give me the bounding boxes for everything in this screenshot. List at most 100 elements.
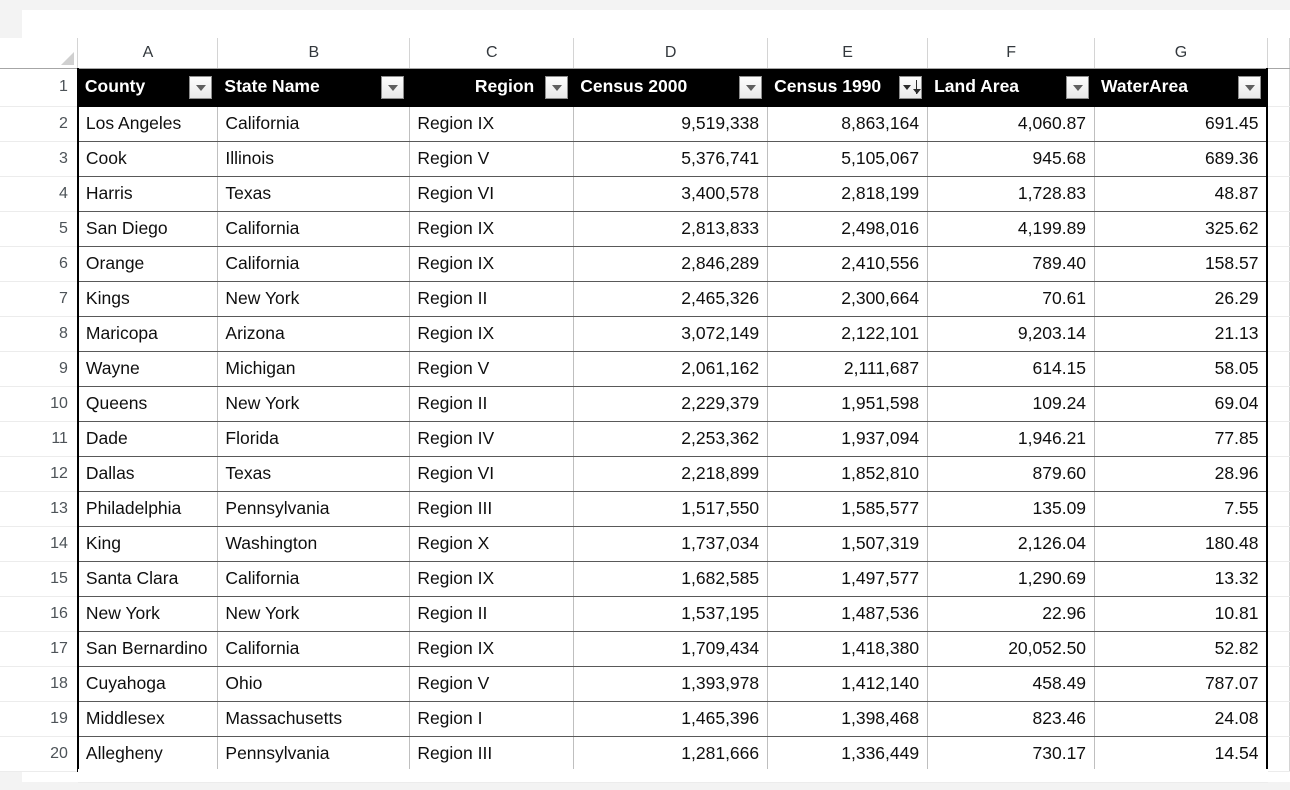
empty-cell-h20[interactable] [1267,736,1290,772]
empty-cell-h9[interactable] [1267,351,1290,387]
cell-state[interactable]: California [217,631,411,667]
cell-water[interactable]: 325.62 [1094,211,1269,247]
row-number-5[interactable]: 5 [0,211,79,247]
filter-dropdown-icon-water-area[interactable] [1238,75,1262,99]
row-number-18[interactable]: 18 [0,666,79,702]
cell-state[interactable]: California [217,246,411,282]
cell-state[interactable]: New York [217,386,411,422]
cell-state[interactable]: Pennsylvania [217,491,411,527]
column-header-c[interactable]: C [409,38,575,69]
cell-land[interactable]: 4,060.87 [927,106,1096,142]
row-number-14[interactable]: 14 [0,526,79,562]
column-header-g[interactable]: G [1094,38,1268,69]
cell-region[interactable]: Region II [409,386,575,422]
row-number-8[interactable]: 8 [0,316,79,352]
row-number-2[interactable]: 2 [0,106,79,142]
cell-county[interactable]: Middlesex [76,701,219,737]
cell-state[interactable]: Pennsylvania [217,736,411,772]
cell-water[interactable]: 691.45 [1094,106,1269,142]
empty-cell-h12[interactable] [1267,456,1290,492]
cell-census2000[interactable]: 2,218,899 [573,456,769,492]
cell-water[interactable]: 13.32 [1094,561,1269,597]
cell-region[interactable]: Region VI [409,456,575,492]
cell-county[interactable]: Los Angeles [76,106,219,142]
cell-land[interactable]: 1,290.69 [927,561,1096,597]
empty-cell-h8[interactable] [1267,316,1290,352]
cell-region[interactable]: Region II [409,596,575,632]
empty-cell-h5[interactable] [1267,211,1290,247]
cell-census1990[interactable]: 1,852,810 [767,456,929,492]
cell-region[interactable]: Region IX [409,561,575,597]
cell-water[interactable]: 48.87 [1094,176,1269,212]
cell-water[interactable]: 7.55 [1094,491,1269,527]
column-header-d[interactable]: D [573,38,769,69]
cell-water[interactable]: 689.36 [1094,141,1269,177]
cell-census2000[interactable]: 1,393,978 [573,666,769,702]
cell-land[interactable]: 730.17 [927,736,1096,772]
cell-county[interactable]: Cuyahoga [76,666,219,702]
select-all-corner[interactable] [0,38,79,69]
empty-cell-h2[interactable] [1267,106,1290,142]
cell-land[interactable]: 789.40 [927,246,1096,282]
filter-dropdown-icon-state-name[interactable] [381,75,405,99]
cell-land[interactable]: 70.61 [927,281,1096,317]
cell-land[interactable]: 879.60 [927,456,1096,492]
row-number-15[interactable]: 15 [0,561,79,597]
cell-county[interactable]: Wayne [76,351,219,387]
cell-land[interactable]: 945.68 [927,141,1096,177]
empty-cell-h6[interactable] [1267,246,1290,282]
cell-census1990[interactable]: 2,818,199 [767,176,929,212]
empty-cell-h4[interactable] [1267,176,1290,212]
cell-water[interactable]: 26.29 [1094,281,1269,317]
cell-state[interactable]: Texas [217,176,411,212]
cell-census2000[interactable]: 1,537,195 [573,596,769,632]
column-header-h[interactable] [1267,38,1290,69]
cell-census1990[interactable]: 1,585,577 [767,491,929,527]
cell-land[interactable]: 458.49 [927,666,1096,702]
cell-county[interactable]: Maricopa [76,316,219,352]
empty-cell-h13[interactable] [1267,491,1290,527]
cell-region[interactable]: Region IX [409,316,575,352]
cell-land[interactable]: 1,728.83 [927,176,1096,212]
cell-region[interactable]: Region V [409,141,575,177]
cell-region[interactable]: Region IX [409,246,575,282]
cell-county[interactable]: Harris [76,176,219,212]
column-header-f[interactable]: F [927,38,1096,69]
row-number-16[interactable]: 16 [0,596,79,632]
row-number-17[interactable]: 17 [0,631,79,667]
filter-dropdown-icon-region[interactable] [545,75,569,99]
cell-census1990[interactable]: 1,951,598 [767,386,929,422]
empty-cell-h3[interactable] [1267,141,1290,177]
empty-cell-h15[interactable] [1267,561,1290,597]
empty-cell-h16[interactable] [1267,596,1290,632]
cell-county[interactable]: New York [76,596,219,632]
cell-census2000[interactable]: 1,737,034 [573,526,769,562]
row-number-7[interactable]: 7 [0,281,79,317]
row-number-12[interactable]: 12 [0,456,79,492]
cell-water[interactable]: 24.08 [1094,701,1269,737]
cell-water[interactable]: 158.57 [1094,246,1269,282]
cell-county[interactable]: Philadelphia [76,491,219,527]
cell-region[interactable]: Region X [409,526,575,562]
filter-dropdown-icon-county[interactable] [189,75,213,99]
row-number-9[interactable]: 9 [0,351,79,387]
cell-state[interactable]: Michigan [217,351,411,387]
cell-county[interactable]: Queens [76,386,219,422]
cell-state[interactable]: California [217,561,411,597]
cell-region[interactable]: Region IX [409,631,575,667]
cell-census1990[interactable]: 1,418,380 [767,631,929,667]
cell-state[interactable]: Washington [217,526,411,562]
cell-land[interactable]: 9,203.14 [927,316,1096,352]
row-number-20[interactable]: 20 [0,736,79,772]
cell-state[interactable]: Texas [217,456,411,492]
cell-region[interactable]: Region IV [409,421,575,457]
cell-census2000[interactable]: 1,709,434 [573,631,769,667]
cell-census2000[interactable]: 2,253,362 [573,421,769,457]
cell-state[interactable]: Massachusetts [217,701,411,737]
filter-dropdown-icon-census-2000[interactable] [739,75,763,99]
cell-census1990[interactable]: 1,336,449 [767,736,929,772]
cell-land[interactable]: 1,946.21 [927,421,1096,457]
row-number-11[interactable]: 11 [0,421,79,457]
cell-census1990[interactable]: 2,410,556 [767,246,929,282]
row-number-4[interactable]: 4 [0,176,79,212]
